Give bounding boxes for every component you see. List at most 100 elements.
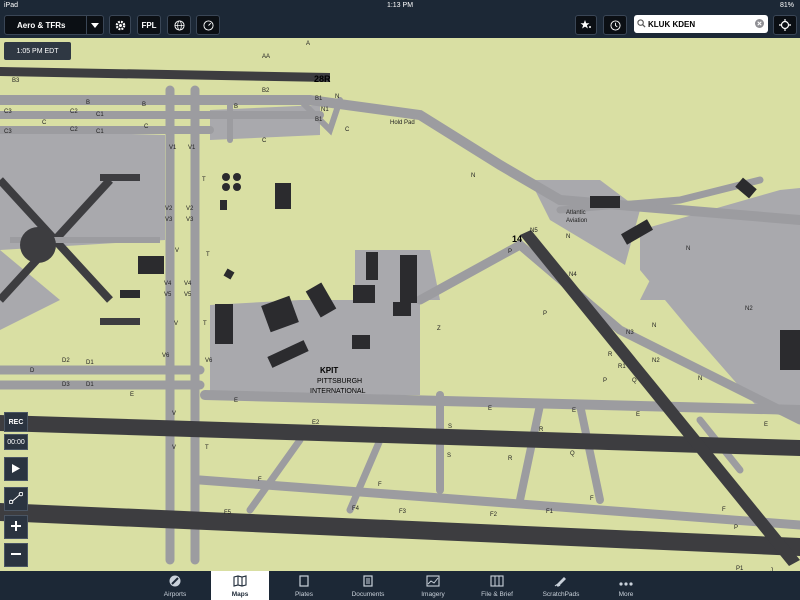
- taxiway-label: V: [174, 321, 178, 327]
- tab-label: More: [618, 591, 634, 598]
- tab-scratchpads[interactable]: ScratchPads: [532, 571, 590, 600]
- taxiway-label: C3: [4, 109, 12, 115]
- bottom-tab-bar: Airports Maps Plates Documents Imagery F…: [0, 571, 800, 600]
- chevron-down-icon: [86, 16, 103, 34]
- route-icon: [8, 491, 24, 506]
- taxiway-label: C: [144, 124, 149, 130]
- maps-icon: [233, 575, 247, 591]
- minus-icon: [11, 549, 21, 561]
- globe-icon: [173, 19, 185, 31]
- taxiway-label: N4: [569, 272, 577, 278]
- search-input[interactable]: KLUK KDEN: [634, 15, 768, 33]
- taxiway-label: E: [572, 408, 576, 414]
- taxiway-label: C2: [70, 109, 78, 115]
- taxiway-label: V5: [184, 292, 192, 298]
- fpl-button[interactable]: FPL: [137, 15, 161, 35]
- taxiway-label: B: [86, 100, 90, 106]
- locate-button[interactable]: [773, 15, 797, 35]
- runway-14-label: 14: [512, 234, 522, 244]
- globe-button[interactable]: [167, 15, 191, 35]
- taxiway-label: P: [508, 249, 512, 255]
- tab-documents[interactable]: Documents: [339, 571, 397, 600]
- history-icon: [609, 19, 621, 31]
- taxiway-label: F: [722, 507, 726, 513]
- taxiway-label: V2: [186, 206, 194, 212]
- taxiway-label: R: [608, 352, 613, 358]
- taxiway-label: C: [42, 120, 47, 126]
- battery-label: 81%: [779, 2, 794, 9]
- taxiway-label: V4: [164, 281, 172, 287]
- taxiway-label: D: [30, 368, 35, 374]
- settings-button[interactable]: [109, 15, 131, 35]
- taxiway-label: P: [603, 378, 607, 384]
- tab-label: Documents: [351, 591, 385, 598]
- taxiway-label: Z: [437, 326, 441, 332]
- record-button[interactable]: REC: [4, 412, 28, 432]
- taxiway-label: S: [447, 453, 451, 459]
- taxiway-label: E: [130, 392, 134, 398]
- taxiway-label: R: [539, 427, 544, 433]
- taxiway-label: V: [172, 411, 176, 417]
- taxiway-label: V1: [188, 145, 196, 151]
- history-button[interactable]: [603, 15, 627, 35]
- map-layer-select[interactable]: Aero & TFRs: [4, 15, 104, 35]
- taxiway-label: V4: [184, 281, 192, 287]
- search-icon: [637, 18, 646, 30]
- taxiway-label: V1: [169, 145, 177, 151]
- taxiway-label: V: [175, 248, 179, 254]
- tab-file-brief[interactable]: File & Brief: [468, 571, 526, 600]
- taxiway-label: C: [345, 127, 350, 133]
- tab-label: Plates: [294, 591, 314, 598]
- taxiway-label: V2: [165, 206, 173, 212]
- taxiway-label: T: [203, 321, 207, 327]
- taxiway-label: V5: [164, 292, 172, 298]
- taxiway-label: F: [258, 477, 262, 483]
- taxiway-label: V: [172, 445, 176, 451]
- airports-icon: [169, 575, 181, 591]
- taxiway-label: E: [488, 406, 492, 412]
- taxiway-label: N: [335, 94, 339, 100]
- taxiway-label: P: [734, 525, 738, 531]
- play-icon: [12, 463, 20, 475]
- taxiway-label: Q: [570, 451, 575, 457]
- taxiway-label: N2: [652, 358, 660, 364]
- tab-label: Imagery: [421, 591, 445, 598]
- tab-more[interactable]: More: [597, 571, 655, 600]
- airport-id-label: KPIT: [320, 366, 338, 375]
- clear-search-icon[interactable]: [755, 18, 764, 30]
- tab-maps[interactable]: Maps: [211, 571, 269, 600]
- airport-name-line-2: INTERNATIONAL: [310, 388, 366, 395]
- record-timer: 00:00: [4, 434, 28, 450]
- favorites-button[interactable]: [575, 15, 597, 35]
- taxiway-label: V6: [162, 353, 170, 359]
- taxiway-label: E: [234, 398, 238, 404]
- tab-label: Airports: [163, 591, 187, 598]
- plus-icon: [11, 521, 21, 533]
- taxiway-label: C1: [96, 112, 104, 118]
- taxiway-label: N: [652, 323, 656, 329]
- runway-28r-label: 28R: [314, 74, 331, 84]
- clock-button[interactable]: [196, 15, 220, 35]
- taxiway-label: P: [543, 311, 547, 317]
- tab-airports[interactable]: Airports: [146, 571, 204, 600]
- airport-diagram-map[interactable]: 28R 14 KPIT PITTSBURGH INTERNATIONAL Atl…: [0, 38, 800, 571]
- taxiway-label: V3: [165, 217, 173, 223]
- plates-icon: [299, 575, 309, 591]
- map-layer-label: Aero & TFRs: [17, 20, 66, 30]
- taxiway-label: N: [686, 246, 690, 252]
- more-icon: [619, 581, 633, 591]
- zoom-in-button[interactable]: [4, 515, 28, 539]
- fpl-label: FPL: [141, 20, 157, 30]
- tab-imagery[interactable]: Imagery: [404, 571, 462, 600]
- route-button[interactable]: [4, 487, 28, 511]
- documents-icon: [362, 575, 374, 591]
- zoom-out-button[interactable]: [4, 543, 28, 567]
- play-button[interactable]: [4, 457, 28, 481]
- fbo-name-line-1: Atlantic: [566, 210, 586, 216]
- taxiway-label: C2: [70, 127, 78, 133]
- taxiway-label: N: [471, 173, 475, 179]
- taxiway-label: C1: [96, 129, 104, 135]
- file-brief-icon: [490, 575, 504, 591]
- taxiway-label: F3: [399, 509, 407, 515]
- tab-plates[interactable]: Plates: [275, 571, 333, 600]
